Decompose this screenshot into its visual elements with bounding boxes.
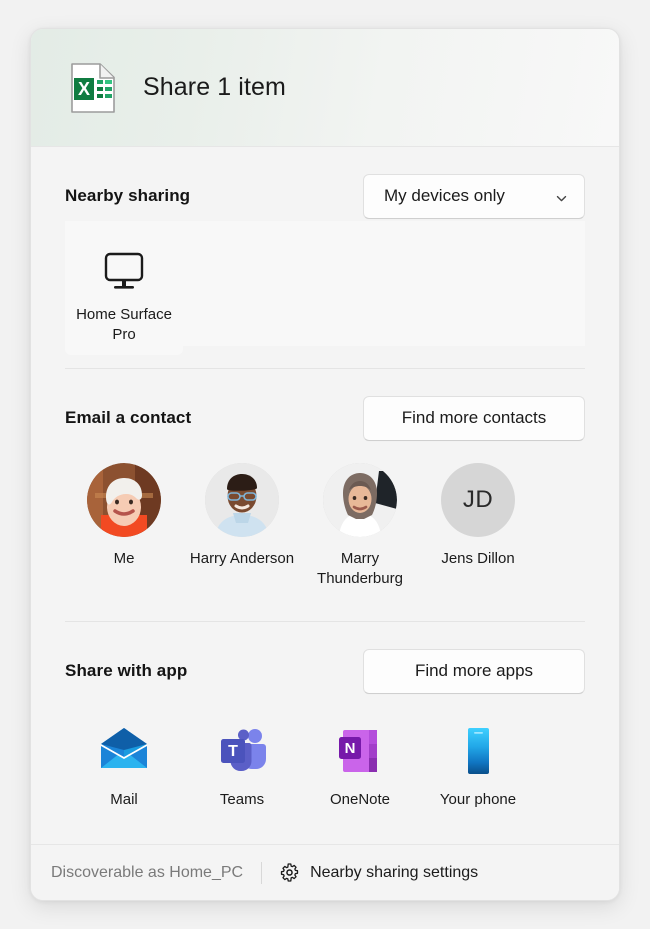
- svg-text:N: N: [345, 740, 356, 757]
- contact-label: Marry Thunderburg: [317, 550, 403, 587]
- page-title: Share 1 item: [143, 73, 286, 101]
- onenote-icon: N: [333, 724, 387, 778]
- share-with-app-title: Share with app: [65, 661, 188, 680]
- nearby-device-label: Home Surface Pro: [76, 306, 172, 343]
- app-list: Mail T Teams N OneNote Your phone: [65, 710, 585, 820]
- contact-label: Harry Anderson: [189, 550, 295, 567]
- nearby-sharing-settings-link[interactable]: Nearby sharing settings: [280, 863, 478, 882]
- contact-tile-jens-dillon[interactable]: JD Jens Dillon: [419, 449, 537, 599]
- nearby-device-list: Home Surface Pro: [65, 221, 585, 355]
- contact-label: Jens Dillon: [441, 550, 515, 567]
- app-tile-onenote[interactable]: N OneNote: [301, 710, 419, 820]
- excel-file-icon: X: [69, 62, 117, 114]
- email-contact-title: Email a contact: [65, 408, 192, 427]
- find-more-apps-label: Find more apps: [414, 661, 534, 680]
- email-contact-header: Email a contact Find more contacts: [65, 395, 585, 441]
- dialog-footer: Discoverable as Home_PC Nearby sharing s…: [31, 844, 619, 900]
- share-with-app-section: Share with app Find more apps Mail T Tea…: [65, 622, 585, 820]
- contact-tile-marry-thunderburg[interactable]: Marry Thunderburg: [301, 449, 419, 599]
- find-more-apps-button[interactable]: Find more apps: [363, 648, 585, 694]
- app-tile-mail[interactable]: Mail: [65, 710, 183, 820]
- share-with-app-header: Share with app Find more apps: [65, 648, 585, 694]
- mail-icon: [97, 724, 151, 778]
- avatar: JD: [441, 463, 515, 537]
- find-more-contacts-button[interactable]: Find more contacts: [363, 395, 585, 441]
- avatar: [205, 463, 279, 537]
- gear-icon: [280, 863, 299, 882]
- avatar-initials: JD: [462, 486, 494, 513]
- app-label: Mail: [110, 791, 138, 808]
- dropdown-value: My devices only: [384, 186, 505, 205]
- app-tile-your-phone[interactable]: Your phone: [419, 710, 537, 820]
- footer-divider: [261, 861, 263, 884]
- teams-icon: T: [215, 724, 269, 778]
- nearby-device-tile[interactable]: Home Surface Pro: [65, 221, 183, 355]
- app-label: Teams: [219, 791, 265, 808]
- nearby-sharing-title: Nearby sharing: [65, 186, 191, 205]
- dialog-body: Nearby sharing My devices only Home Surf…: [31, 147, 619, 844]
- avatar: [87, 463, 161, 537]
- find-more-contacts-label: Find more contacts: [401, 408, 547, 427]
- avatar: [323, 463, 397, 537]
- contact-tile-harry-anderson[interactable]: Harry Anderson: [183, 449, 301, 599]
- share-dialog: X Share 1 item Nearby sharing My devices…: [30, 28, 620, 901]
- nearby-sharing-header: Nearby sharing My devices only: [65, 173, 585, 219]
- monitor-icon: [101, 251, 147, 293]
- app-label: OneNote: [329, 791, 391, 808]
- email-contact-section: Email a contact Find more contacts Me Ha…: [65, 369, 585, 622]
- dialog-header: X Share 1 item: [31, 29, 619, 147]
- nearby-sharing-settings-label: Nearby sharing settings: [310, 863, 479, 881]
- chevron-down-icon: [555, 190, 568, 203]
- contact-tile-me[interactable]: Me: [65, 449, 183, 599]
- contact-label: Me: [113, 550, 135, 567]
- app-label: Your phone: [439, 791, 517, 808]
- app-tile-teams[interactable]: T Teams: [183, 710, 301, 820]
- svg-text:X: X: [78, 79, 90, 99]
- nearby-sharing-scope-dropdown[interactable]: My devices only: [363, 173, 585, 219]
- discoverable-status: Discoverable as Home_PC: [51, 863, 244, 881]
- phone-icon: [451, 724, 505, 778]
- nearby-sharing-section: Nearby sharing My devices only Home Surf…: [65, 147, 585, 369]
- contact-list: Me Harry Anderson Marry Thunderburg JD J…: [65, 449, 585, 599]
- svg-text:T: T: [228, 743, 238, 760]
